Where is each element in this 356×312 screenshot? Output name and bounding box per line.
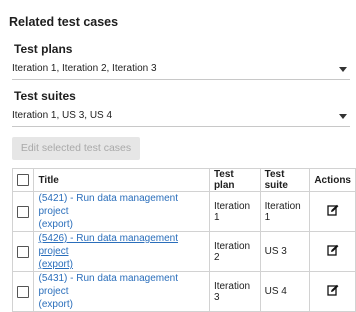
table-row: (5426) - Run data management project (ex… (11, 231, 356, 272)
title-cell: (5431) - Run data management project (ex… (33, 271, 210, 312)
test-suite-cell: US 4 (259, 271, 311, 312)
select-all-cell (11, 168, 35, 192)
test-suite-cell: US 3 (259, 231, 311, 272)
actions-header: Actions (309, 168, 356, 192)
table-row: (5431) - Run data management project (ex… (11, 271, 356, 312)
test-case-title-suffix: (export) (38, 299, 73, 310)
row-checkbox[interactable] (17, 245, 30, 258)
title-header: Title (33, 168, 210, 192)
test-plan-header: Test plan (208, 168, 261, 192)
test-case-title-suffix: (export) (38, 259, 73, 270)
test-plan-cell: Iteration 3 (208, 271, 261, 312)
test-plans-select[interactable]: Iteration 1, Iteration 2, Iteration 3 (12, 59, 350, 80)
edit-icon[interactable] (327, 244, 339, 256)
row-checkbox[interactable] (17, 205, 30, 218)
test-suites-label: Test suites (14, 89, 76, 103)
test-case-link[interactable]: (5421) - Run data management project (ex… (38, 192, 204, 231)
actions-cell (309, 191, 356, 232)
table-header-row: Title Test plan Test suite Actions (11, 168, 356, 192)
actions-cell (309, 231, 356, 272)
test-plan-cell: Iteration 1 (208, 191, 261, 232)
row-checkbox[interactable] (17, 285, 30, 298)
actions-cell (309, 271, 356, 312)
test-case-title: (5431) - Run data management project (38, 273, 179, 297)
test-case-title: (5421) - Run data management project (38, 193, 179, 217)
test-case-link[interactable]: (5426) - Run data management project (ex… (38, 232, 204, 271)
section-title: Related test cases (9, 15, 119, 29)
test-plan-cell: Iteration 2 (208, 231, 261, 272)
edit-selected-test-cases-button[interactable]: Edit selected test cases (12, 137, 140, 160)
test-plans-label: Test plans (14, 42, 73, 56)
test-suites-value: Iteration 1, US 3, US 4 (12, 110, 113, 121)
test-case-title-suffix: (export) (38, 219, 73, 230)
select-all-checkbox[interactable] (17, 174, 30, 186)
chevron-down-icon[interactable] (339, 114, 347, 119)
test-suite-header: Test suite (259, 168, 311, 192)
test-suite-cell: Iteration 1 (259, 191, 311, 232)
test-suites-select[interactable]: Iteration 1, US 3, US 4 (12, 106, 350, 127)
edit-icon[interactable] (327, 284, 339, 296)
chevron-down-icon[interactable] (339, 67, 347, 72)
table-row: (5421) - Run data management project (ex… (11, 191, 356, 232)
test-cases-table: Title Test plan Test suite Actions (5421… (11, 168, 356, 312)
test-case-link[interactable]: (5431) - Run data management project (ex… (38, 272, 204, 311)
title-cell: (5421) - Run data management project (ex… (33, 191, 210, 232)
test-plans-value: Iteration 1, Iteration 2, Iteration 3 (12, 63, 157, 74)
test-case-title: (5426) - Run data management project (38, 233, 179, 257)
edit-icon[interactable] (327, 204, 339, 216)
title-cell: (5426) - Run data management project (ex… (33, 231, 210, 272)
